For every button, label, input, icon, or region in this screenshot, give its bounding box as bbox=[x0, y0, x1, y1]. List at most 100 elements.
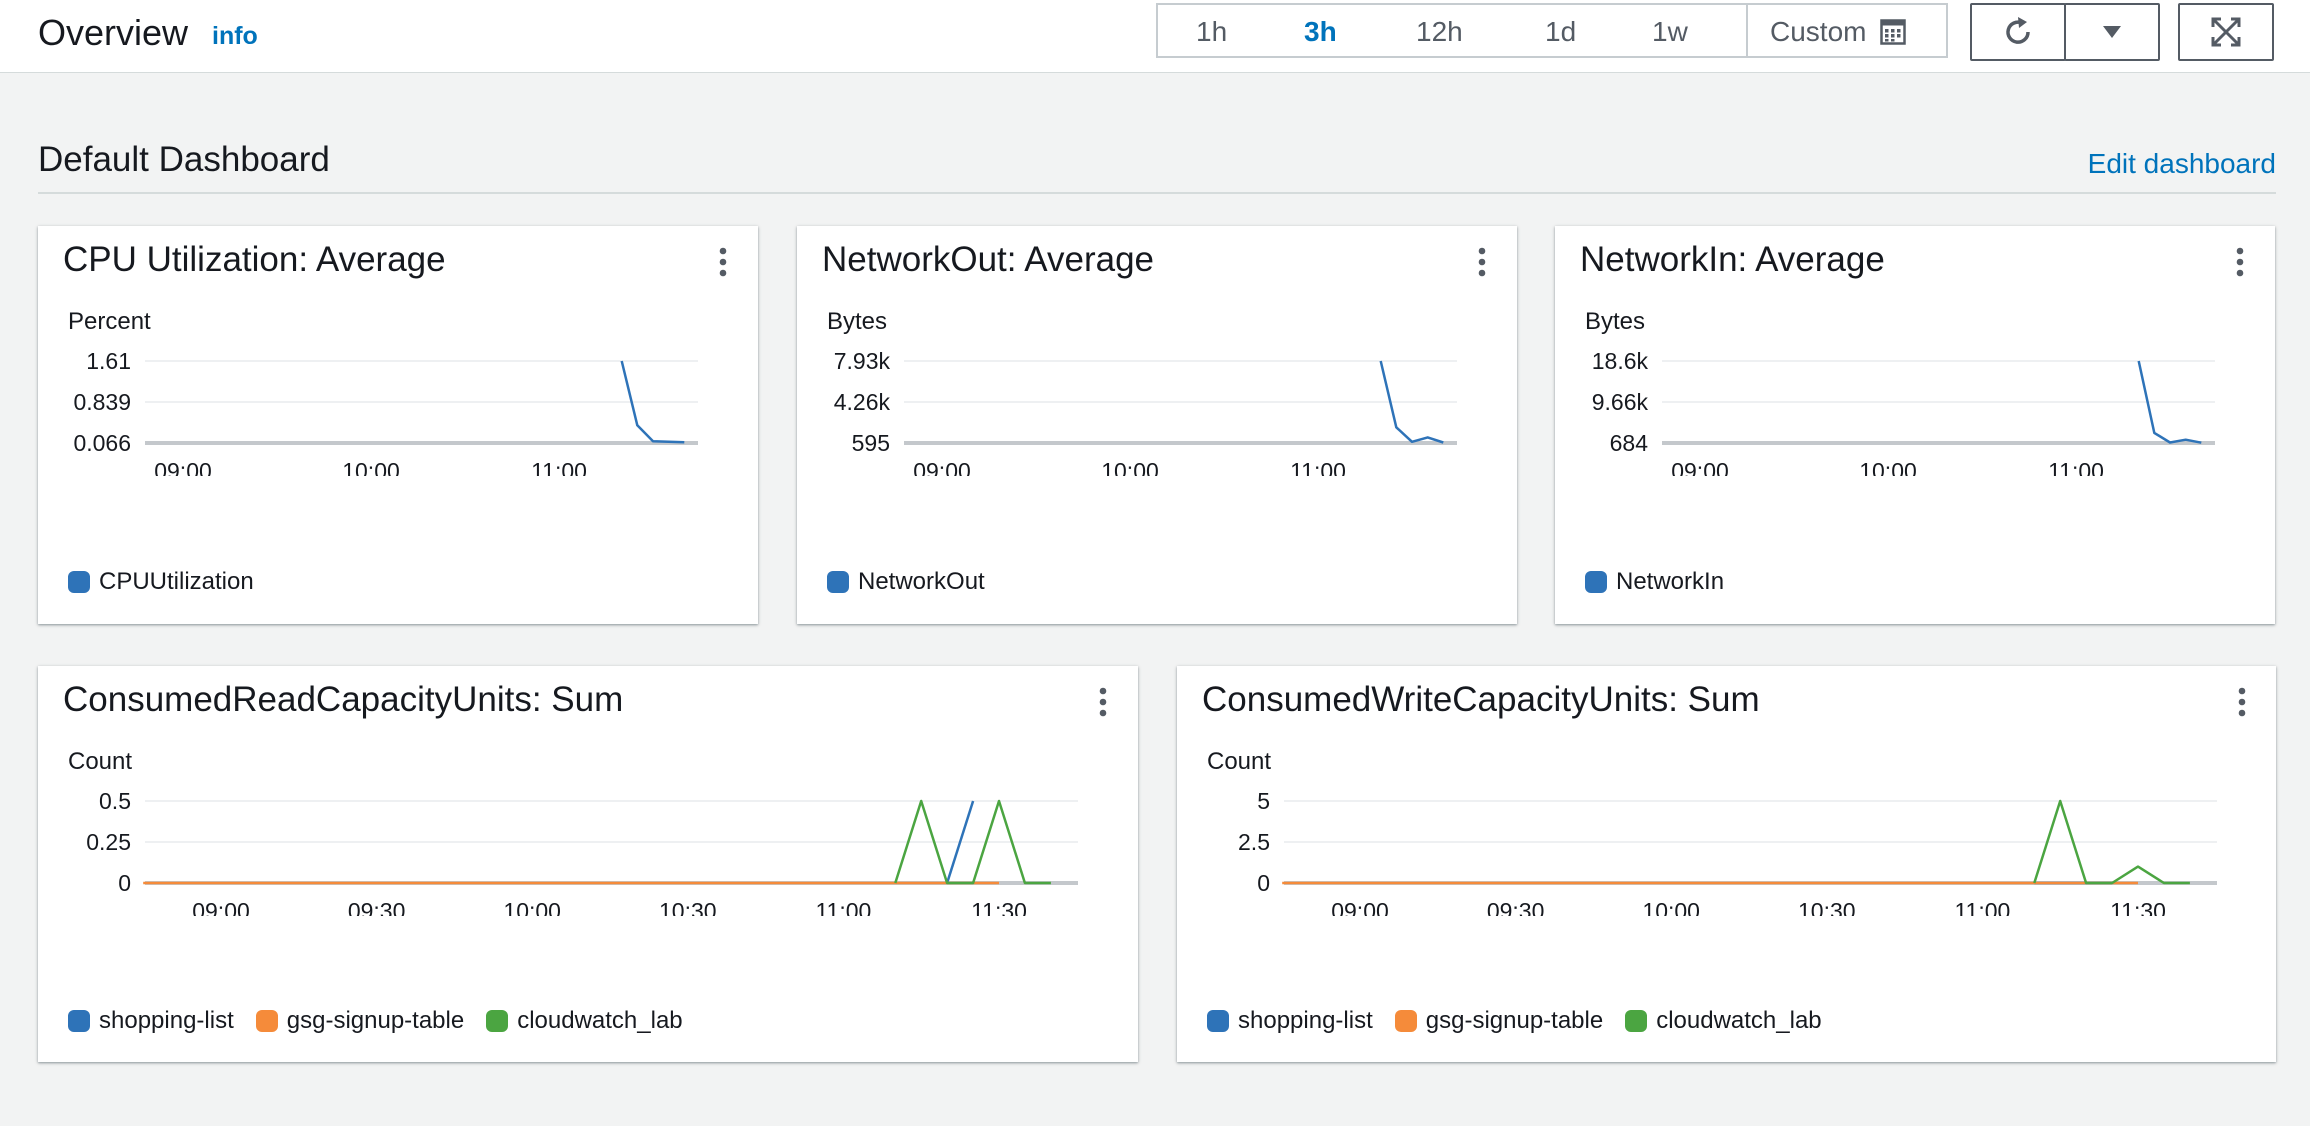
legend-label: NetworkIn bbox=[1616, 568, 1725, 595]
range-12h-button[interactable]: 12h bbox=[1416, 16, 1463, 48]
chart-legend: shopping-list gsg-signup-table cloudwatch_… bbox=[68, 1007, 683, 1035]
more-options-icon[interactable] bbox=[1477, 246, 1487, 278]
y-axis-unit: Count bbox=[68, 748, 133, 775]
range-1h-button[interactable]: 1h bbox=[1196, 16, 1227, 48]
cpu-utilization-widget: CPU Utilization: Average Percent 1.61 0.8… bbox=[38, 226, 758, 624]
legend-label: cloudwatch_lab bbox=[517, 1007, 683, 1034]
info-link[interactable]: info bbox=[212, 22, 258, 51]
network-in-chart: 18.6k 9.66k 684 09:00 10:00 11:00 bbox=[1592, 348, 2215, 476]
custom-range-button[interactable]: Custom bbox=[1770, 16, 1907, 48]
range-divider bbox=[1746, 5, 1748, 56]
more-options-icon[interactable] bbox=[718, 246, 728, 278]
section-divider bbox=[38, 192, 2276, 194]
refresh-icon bbox=[2006, 17, 2030, 44]
legend-swatch bbox=[255, 1010, 278, 1032]
chart-legend: NetworkIn bbox=[1585, 568, 1724, 596]
y-tick-label: 1.61 bbox=[86, 348, 131, 374]
x-tick-label: 09:30 bbox=[1487, 898, 1545, 916]
legend-item[interactable]: gsg-signup-table bbox=[255, 1007, 465, 1035]
y-tick-label: 0.5 bbox=[99, 788, 131, 814]
legend-swatch bbox=[1207, 1010, 1229, 1032]
y-tick-label: 5 bbox=[1257, 788, 1270, 814]
legend-label: cloudwatch_lab bbox=[1656, 1007, 1822, 1034]
x-tick-label: 10:00 bbox=[1642, 898, 1700, 916]
legend-swatch bbox=[486, 1010, 509, 1032]
consumed-read-capacity-chart: 0.5 0.25 0 09:00 09:30 10:00 10:30 11:00 11:30 bbox=[86, 788, 1078, 916]
legend-swatch bbox=[827, 571, 849, 593]
x-tick-label: 10:00 bbox=[503, 898, 561, 916]
y-tick-label: 4.26k bbox=[834, 389, 891, 415]
x-tick-label: 09:00 bbox=[192, 898, 250, 916]
fullscreen-button[interactable] bbox=[2178, 3, 2274, 61]
legend-item[interactable]: gsg-signup-table bbox=[1394, 1007, 1604, 1035]
y-tick-label: 595 bbox=[852, 430, 890, 456]
more-options-icon[interactable] bbox=[2235, 246, 2245, 278]
page-title: Overview bbox=[38, 12, 189, 53]
legend-item[interactable]: shopping-list bbox=[1207, 1007, 1373, 1035]
x-tick-label: 11:00 bbox=[815, 898, 871, 916]
expand-icon bbox=[2211, 17, 2241, 47]
x-tick-label: 09:00 bbox=[154, 458, 212, 476]
legend-item[interactable]: CPUUtilization bbox=[68, 568, 254, 596]
cpu-utilization-chart: 1.61 0.839 0.066 09:00 10:00 11:00 bbox=[73, 348, 698, 476]
y-axis-unit: Percent bbox=[68, 308, 151, 335]
widget-title: NetworkOut: Average bbox=[822, 240, 1155, 279]
refresh-button[interactable] bbox=[1970, 3, 2066, 61]
x-tick-label: 11:30 bbox=[2110, 898, 2166, 916]
widget-title: ConsumedWriteCapacityUnits: Sum bbox=[1202, 680, 1760, 719]
legend-label: gsg-signup-table bbox=[286, 1007, 465, 1034]
legend-swatch bbox=[68, 571, 90, 593]
range-1d-button[interactable]: 1d bbox=[1545, 16, 1576, 48]
more-options-icon[interactable] bbox=[1098, 686, 1108, 718]
legend-item[interactable]: NetworkIn bbox=[1585, 568, 1724, 596]
edit-dashboard-link[interactable]: Edit dashboard bbox=[2088, 148, 2276, 180]
y-tick-label: 18.6k bbox=[1592, 348, 1649, 374]
y-tick-label: 684 bbox=[1610, 430, 1649, 456]
legend-item[interactable]: NetworkOut bbox=[827, 568, 985, 596]
widget-title: ConsumedReadCapacityUnits: Sum bbox=[63, 680, 624, 719]
y-tick-label: 0 bbox=[1257, 870, 1270, 896]
legend-label: gsg-signup-table bbox=[1425, 1007, 1604, 1034]
legend-swatch bbox=[1585, 571, 1607, 593]
x-tick-label: 10:30 bbox=[659, 898, 717, 916]
chart-legend: NetworkOut bbox=[827, 568, 985, 596]
legend-item[interactable]: cloudwatch_lab bbox=[486, 1007, 683, 1035]
range-3h-button[interactable]: 3h bbox=[1304, 16, 1337, 48]
x-tick-label: 09:00 bbox=[913, 458, 971, 476]
widget-title: NetworkIn: Average bbox=[1580, 240, 1885, 279]
x-tick-label: 11:00 bbox=[1290, 458, 1346, 476]
chart-legend: shopping-list gsg-signup-table cloudwatch_… bbox=[1207, 1007, 1822, 1035]
y-tick-label: 9.66k bbox=[1592, 389, 1649, 415]
widget-title: CPU Utilization: Average bbox=[63, 240, 446, 279]
x-tick-label: 09:00 bbox=[1331, 898, 1389, 916]
refresh-options-button[interactable] bbox=[2064, 3, 2160, 61]
legend-label: CPUUtilization bbox=[99, 568, 254, 595]
y-tick-label: 0.25 bbox=[86, 829, 131, 855]
legend-swatch bbox=[1625, 1010, 1648, 1032]
time-range-selector: 1h 3h 12h 1d 1w Custom bbox=[1156, 3, 1948, 58]
calendar-icon bbox=[1880, 19, 1907, 45]
consumed-write-capacity-widget: ConsumedWriteCapacityUnits: Sum Count 5 2… bbox=[1177, 666, 2276, 1062]
x-tick-label: 10:00 bbox=[1101, 458, 1159, 476]
x-tick-label: 10:30 bbox=[1798, 898, 1856, 916]
more-options-icon[interactable] bbox=[2237, 686, 2247, 718]
y-axis-unit: Count bbox=[1207, 748, 1272, 775]
legend-item[interactable]: shopping-list bbox=[68, 1007, 234, 1035]
x-tick-label: 10:00 bbox=[1859, 458, 1917, 476]
legend-swatch bbox=[1394, 1010, 1417, 1032]
legend-swatch bbox=[68, 1010, 90, 1032]
y-tick-label: 7.93k bbox=[834, 348, 891, 374]
y-axis-unit: Bytes bbox=[1585, 308, 1646, 335]
legend-item[interactable]: cloudwatch_lab bbox=[1625, 1007, 1822, 1035]
custom-range-label: Custom bbox=[1770, 16, 1867, 47]
y-tick-label: 2.5 bbox=[1238, 829, 1270, 855]
consumed-write-capacity-chart: 5 2.5 0 09:00 09:30 10:00 10:30 11:00 11:30 bbox=[1238, 788, 2217, 916]
legend-label: NetworkOut bbox=[858, 568, 985, 595]
y-tick-label: 0 bbox=[118, 870, 131, 896]
legend-label: shopping-list bbox=[1238, 1007, 1373, 1034]
y-axis-unit: Bytes bbox=[827, 308, 888, 335]
legend-label: shopping-list bbox=[99, 1007, 234, 1034]
range-1w-button[interactable]: 1w bbox=[1652, 16, 1688, 48]
x-tick-label: 09:30 bbox=[348, 898, 406, 916]
caret-down-icon bbox=[2103, 26, 2121, 38]
